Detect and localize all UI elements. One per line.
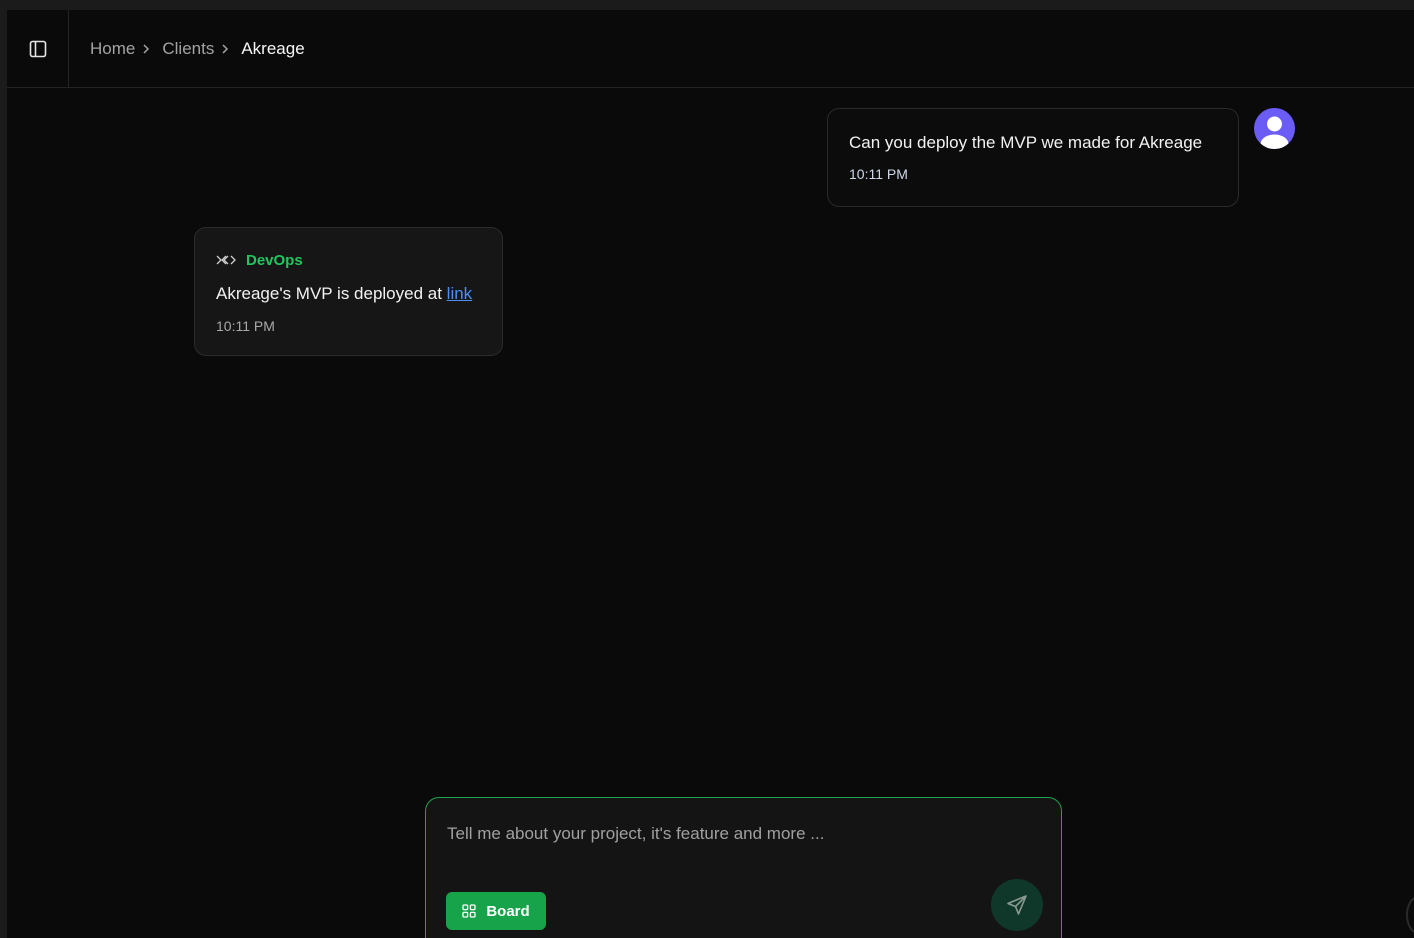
user-message-time: 10:11 PM [849,166,908,182]
chevron-right-icon [139,39,153,59]
panel-left-icon [29,40,46,57]
grid-icon [462,904,476,918]
top-header: Home Clients Akreage [7,10,1414,88]
user-avatar-icon[interactable] [1254,108,1295,149]
board-button-label: Board [486,902,530,920]
deployment-link[interactable]: link [447,284,473,303]
breadcrumb-current: Akreage [241,38,305,58]
user-message-bubble: Can you deploy the MVP we made for Akrea… [827,108,1239,207]
agent-message-text: Akreage's MVP is deployed at link [216,284,482,304]
message-input[interactable] [447,822,1007,846]
agent-message-body: Akreage's MVP is deployed at [216,284,447,303]
agent-message-bubble: DevOps Akreage's MVP is deployed at link… [194,227,503,356]
app-window: Home Clients Akreage Can you deploy the … [0,0,1414,938]
sidebar-toggle-button[interactable] [7,10,69,87]
breadcrumb: Home Clients Akreage [90,39,305,59]
agent-name: DevOps [246,251,303,269]
agent-message-time: 10:11 PM [216,318,275,334]
code-brackets-icon [216,255,236,265]
chevron-right-icon [218,39,232,59]
window-top-strip [0,0,1414,10]
breadcrumb-clients[interactable]: Clients [162,39,214,59]
chat-composer: Board [425,797,1062,938]
scroll-indicator [1406,896,1414,934]
breadcrumb-home[interactable]: Home [90,39,135,59]
board-button[interactable]: Board [446,892,546,930]
send-icon [1007,895,1027,915]
user-message-text: Can you deploy the MVP we made for Akrea… [849,133,1203,152]
agent-header: DevOps [216,250,482,270]
send-button[interactable] [991,879,1043,931]
left-rail [0,10,7,938]
